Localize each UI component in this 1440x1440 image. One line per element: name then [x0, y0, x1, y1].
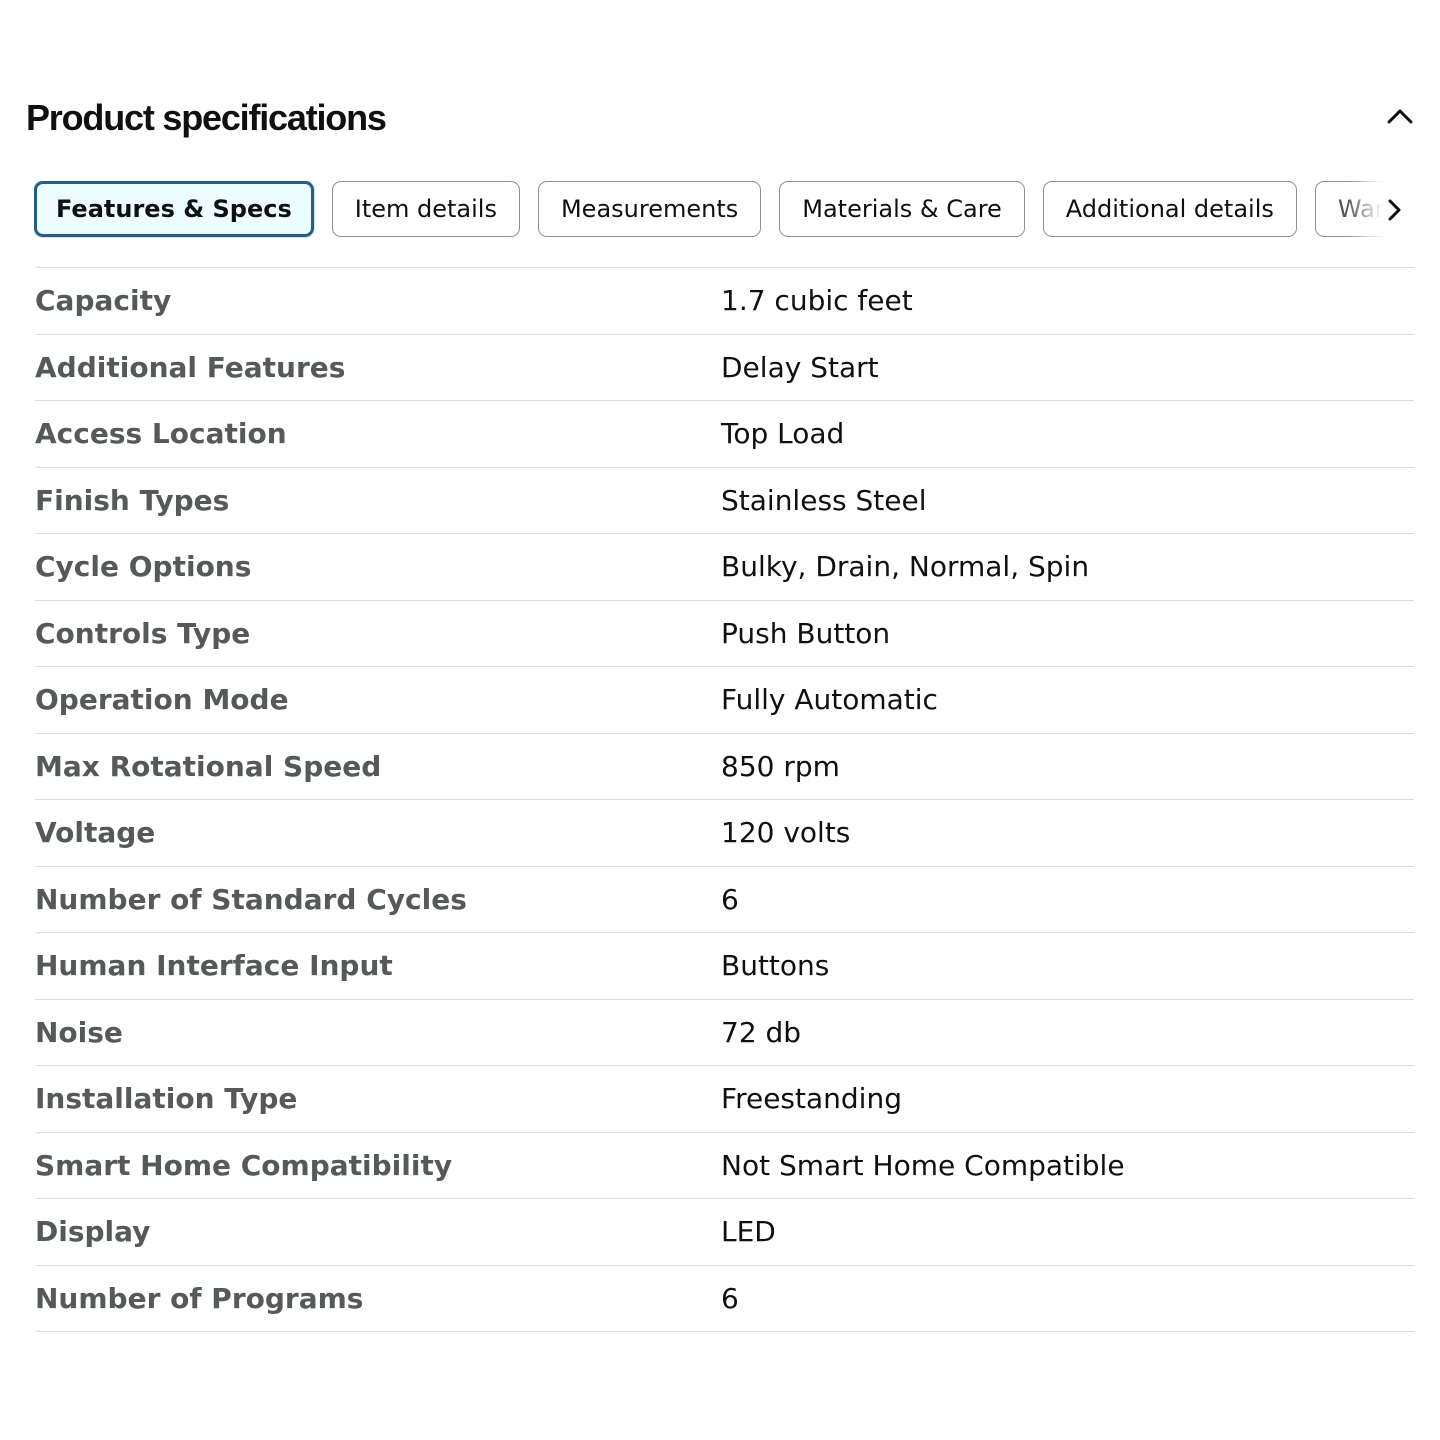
tab-measurements[interactable]: Measurements: [537, 181, 762, 237]
spec-value: Not Smart Home Compatible: [721, 1148, 1125, 1182]
spec-label: Installation Type: [35, 1082, 298, 1116]
tab-materials-care[interactable]: Materials & Care: [779, 181, 1025, 237]
spec-row: Human Interface Input Buttons: [35, 933, 1414, 1000]
spec-label: Operation Mode: [35, 683, 289, 717]
spec-row: Capacity 1.7 cubic feet: [35, 268, 1414, 335]
spec-row: Max Rotational Speed 850 rpm: [35, 734, 1414, 800]
spec-value: Delay Start: [721, 350, 879, 384]
spec-value: 1.7 cubic feet: [721, 284, 913, 318]
section-header: Product specifications: [26, 94, 1414, 144]
spec-value: Top Load: [721, 417, 845, 451]
spec-label: Display: [35, 1215, 151, 1249]
spec-label: Max Rotational Speed: [35, 749, 382, 783]
spec-value: Stainless Steel: [721, 483, 927, 517]
spec-row: Additional Features Delay Start: [35, 335, 1414, 401]
chevron-right-icon: [1388, 199, 1401, 221]
spec-label: Human Interface Input: [35, 949, 393, 983]
spec-value: Bulky, Drain, Normal, Spin: [721, 550, 1090, 584]
spec-tabs: Features & Specs Item details Measurements…: [34, 181, 1418, 239]
spec-label: Finish Types: [35, 483, 230, 517]
spec-value: Fully Automatic: [721, 683, 938, 717]
spec-value: LED: [721, 1215, 776, 1249]
spec-row: Controls Type Push Button: [35, 601, 1414, 667]
tab-additional-details[interactable]: Additional details: [1042, 181, 1297, 237]
spec-label: Access Location: [35, 417, 287, 451]
spec-label: Smart Home Compatibility: [35, 1148, 453, 1182]
spec-label: Number of Standard Cycles: [35, 882, 467, 916]
spec-value: 850 rpm: [721, 749, 840, 783]
spec-row: Noise 72 db: [35, 1000, 1414, 1066]
spec-tab-list: Features & Specs Item details Measurements…: [34, 181, 1418, 237]
spec-label: Cycle Options: [35, 550, 252, 584]
section-title: Product specifications: [26, 97, 387, 138]
spec-row: Access Location Top Load: [35, 401, 1414, 468]
spec-label: Noise: [35, 1015, 123, 1049]
spec-row: Display LED: [35, 1199, 1414, 1266]
spec-label: Capacity: [35, 284, 172, 318]
spec-label: Voltage: [35, 816, 156, 850]
spec-row: Finish Types Stainless Steel: [35, 468, 1414, 534]
spec-row: Cycle Options Bulky, Drain, Normal, Spin: [35, 534, 1414, 601]
spec-value: 72 db: [721, 1015, 802, 1049]
spec-label: Controls Type: [35, 616, 251, 650]
tabs-scroll-right-button[interactable]: [1374, 190, 1414, 230]
spec-row: Number of Programs 6: [35, 1266, 1414, 1332]
product-specifications-page: Product specifications Features & Specs I…: [0, 0, 1440, 1440]
spec-label: Additional Features: [35, 350, 346, 384]
spec-value: Buttons: [721, 949, 830, 983]
tab-item-details[interactable]: Item details: [331, 181, 520, 237]
spec-value: Push Button: [721, 616, 891, 650]
spec-value: 6: [721, 882, 739, 916]
spec-row: Operation Mode Fully Automatic: [35, 667, 1414, 734]
spec-row: Smart Home Compatibility Not Smart Home C…: [35, 1133, 1414, 1199]
spec-label: Number of Programs: [35, 1281, 364, 1315]
spec-row: Installation Type Freestanding: [35, 1066, 1414, 1133]
spec-value: 120 volts: [721, 816, 851, 850]
spec-row: Voltage 120 volts: [35, 800, 1414, 867]
tab-features-specs[interactable]: Features & Specs: [34, 181, 314, 237]
collapse-button[interactable]: [1380, 96, 1420, 136]
spec-value: 6: [721, 1281, 739, 1315]
spec-table: Capacity 1.7 cubic feet Additional Feature…: [35, 267, 1414, 1332]
chevron-up-icon: [1387, 109, 1413, 124]
spec-value: Freestanding: [721, 1082, 902, 1116]
spec-row: Number of Standard Cycles 6: [35, 867, 1414, 933]
